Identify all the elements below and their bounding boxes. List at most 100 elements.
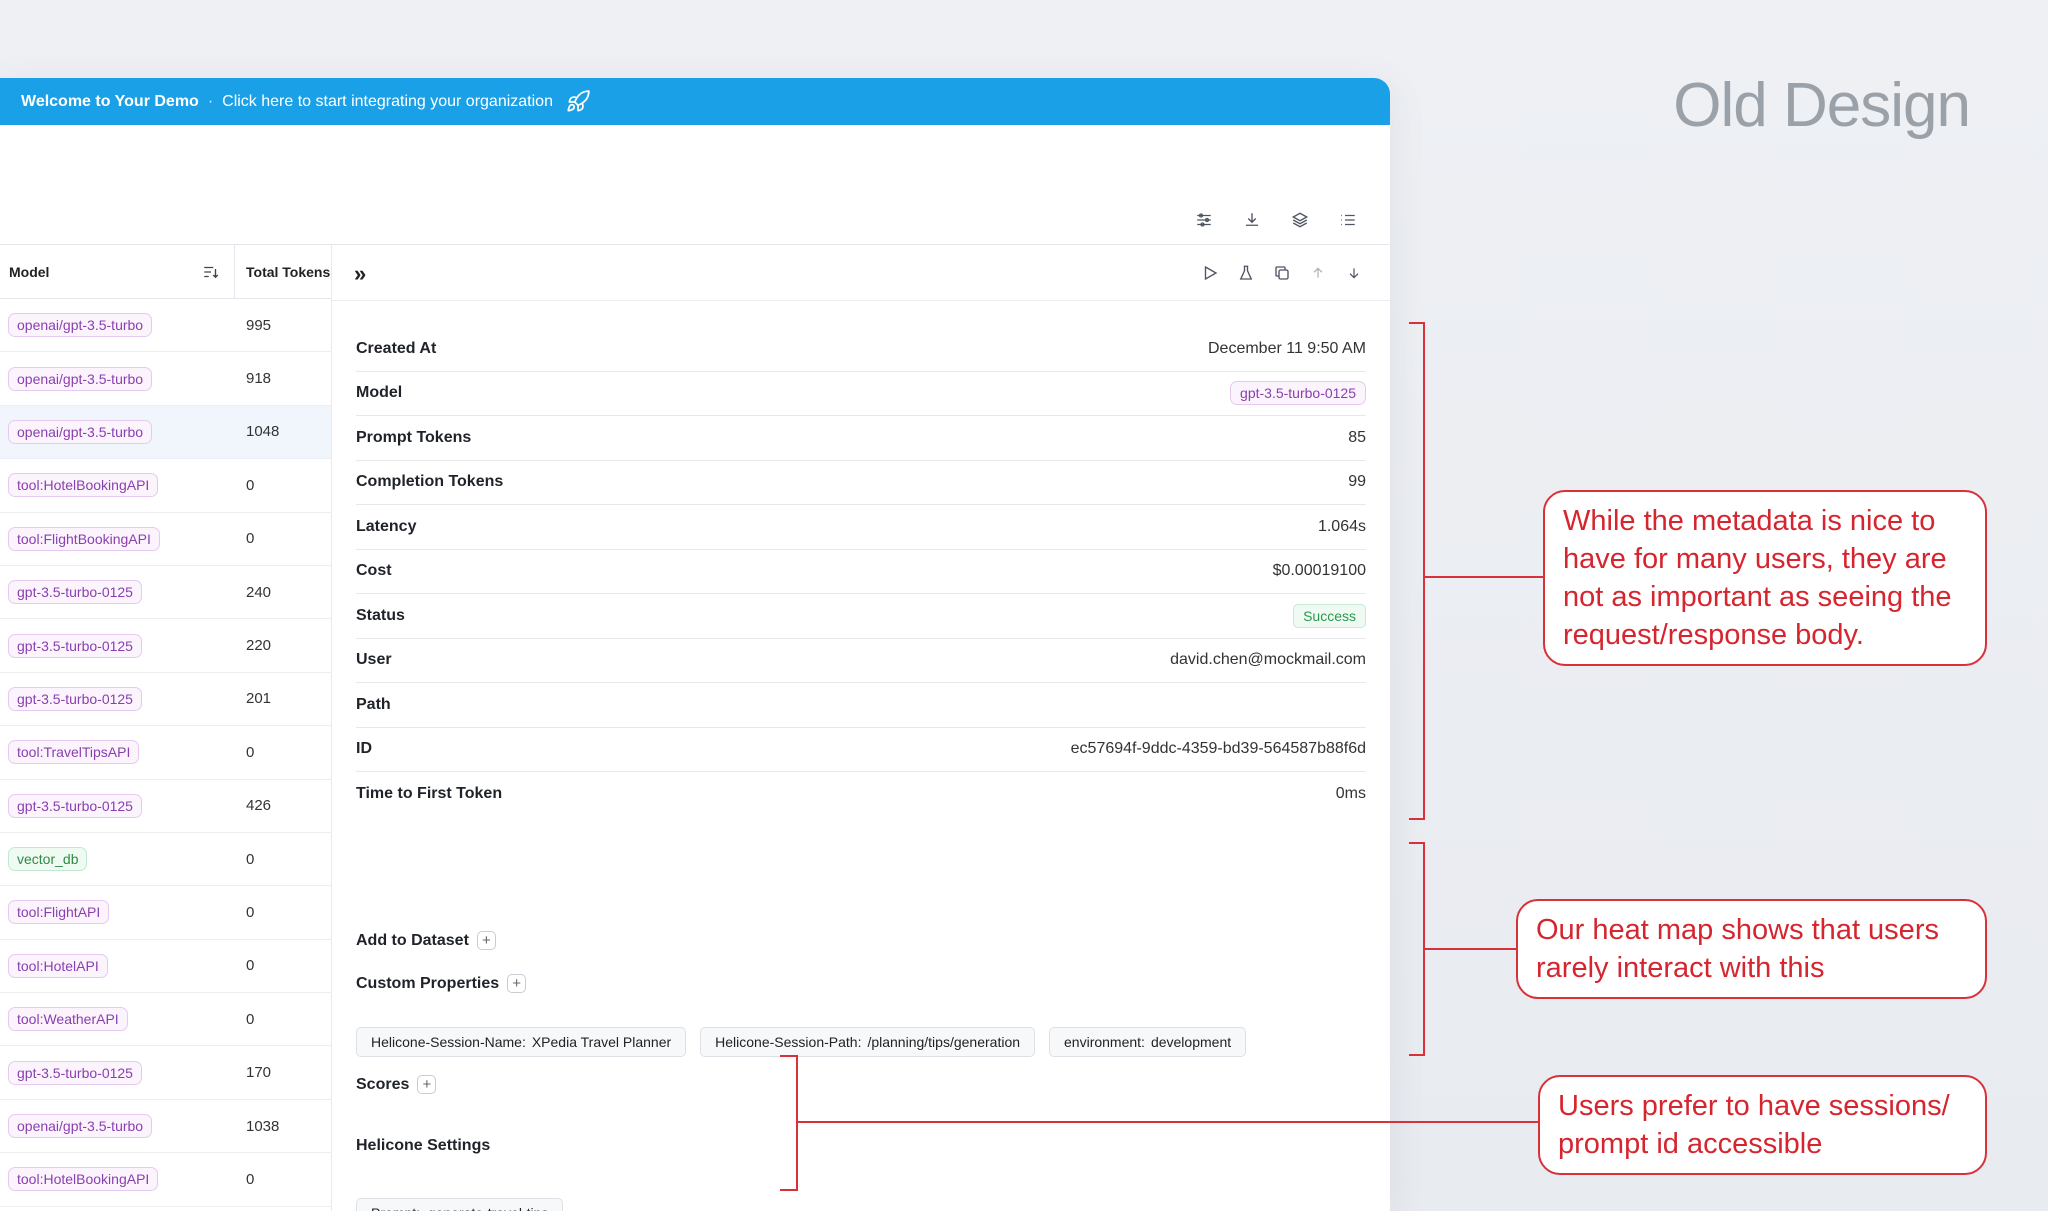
table-row[interactable]: tool:FlightBookingAPI 0 xyxy=(0,513,331,566)
table-row[interactable]: tool:HotelBookingAPI 0 xyxy=(0,1153,331,1207)
model-pill: openai/gpt-3.5-turbo xyxy=(8,419,153,444)
table-row[interactable]: openai/gpt-3.5-turbo 918 xyxy=(0,352,331,406)
table-row[interactable]: openai/gpt-3.5-turbo 1038 xyxy=(0,1100,331,1154)
model-cell: openai/gpt-3.5-turbo xyxy=(0,313,235,338)
metadata-label: Status xyxy=(356,606,405,624)
column-header-model[interactable]: Model xyxy=(0,245,235,298)
table-row[interactable]: gpt-3.5-turbo-0125 220 xyxy=(0,619,331,673)
total-tokens-cell: 995 xyxy=(246,316,272,334)
sliders-icon[interactable] xyxy=(1180,208,1228,232)
column-header-total-tokens[interactable]: Total Tokens xyxy=(235,245,331,298)
metadata-row: User david.chen@mockmail.com xyxy=(356,639,1366,683)
table-row[interactable]: gpt-3.5-turbo-0125 426 xyxy=(0,780,331,833)
total-tokens-cell: 0 xyxy=(246,743,255,761)
table-row[interactable]: gpt-3.5-turbo-0125 170 xyxy=(0,1046,331,1100)
model-cell: tool:FlightBookingAPI xyxy=(0,526,235,551)
annotation-note-sessions: Users prefer to have sessions/ prompt id… xyxy=(1538,1075,1987,1175)
model-cell: tool:WeatherAPI xyxy=(0,1007,235,1032)
total-tokens-cell: 0 xyxy=(246,1170,255,1188)
metadata-value: $0.00019100 xyxy=(1272,562,1366,580)
total-tokens-cell: 201 xyxy=(246,690,272,708)
download-icon[interactable] xyxy=(1228,208,1276,232)
sort-icon[interactable] xyxy=(202,263,220,281)
model-pill: openai/gpt-3.5-turbo xyxy=(8,313,153,338)
metadata-row: Created At December 11 9:50 AM xyxy=(356,327,1366,372)
metadata-value: 1.064s xyxy=(1317,517,1366,535)
old-design-heading: Old Design xyxy=(1673,71,1971,140)
custom-property-chip[interactable]: environment: development xyxy=(1049,1027,1247,1057)
copy-icon[interactable] xyxy=(1264,261,1300,285)
metadata-row: Path xyxy=(356,683,1366,728)
plus-icon[interactable]: + xyxy=(476,931,496,950)
annotation-bracket-properties xyxy=(1409,842,1425,1056)
model-cell: openai/gpt-3.5-turbo xyxy=(0,419,235,444)
arrow-up-icon[interactable] xyxy=(1300,261,1336,285)
banner-cta-link[interactable]: Click here to start integrating your org… xyxy=(222,93,553,111)
add-to-dataset[interactable]: Add to Dataset + xyxy=(356,931,496,950)
model-cell: gpt-3.5-turbo-0125 xyxy=(0,1060,235,1085)
model-cell: gpt-3.5-turbo-0125 xyxy=(0,580,235,605)
annotation-bracket-metadata xyxy=(1409,322,1425,820)
metadata-row: Time to First Token 0ms xyxy=(356,772,1366,817)
table-body: openai/gpt-3.5-turbo 995 openai/gpt-3.5-tu… xyxy=(0,299,331,1207)
welcome-banner[interactable]: Welcome to Your Demo · Click here to sta… xyxy=(0,78,1390,125)
table-row[interactable]: tool:HotelBookingAPI 0 xyxy=(0,459,331,513)
metadata-label: Time to First Token xyxy=(356,785,503,803)
collapse-panel-icon[interactable]: » xyxy=(354,261,366,287)
table-row[interactable]: openai/gpt-3.5-turbo 995 xyxy=(0,299,331,353)
annotation-connector xyxy=(798,1121,1540,1123)
prompt-chip[interactable]: Prompt: generate-travel-tips xyxy=(356,1198,564,1211)
metadata-label: User xyxy=(356,651,392,669)
model-cell: tool:TravelTipsAPI xyxy=(0,740,235,765)
custom-property-chip[interactable]: Helicone-Session-Path: /planning/tips/gen… xyxy=(700,1027,1036,1057)
table-row[interactable]: tool:HotelAPI 0 xyxy=(0,940,331,994)
metadata-label: Cost xyxy=(356,562,392,580)
model-cell: tool:HotelAPI xyxy=(0,953,235,978)
plus-icon[interactable]: + xyxy=(507,974,527,993)
requests-table: Model Total Tokens openai/gpt-3.5-turbo 9… xyxy=(0,244,332,1211)
custom-property-chip[interactable]: Helicone-Session-Name: XPedia Travel Plan… xyxy=(356,1027,687,1057)
rocket-icon xyxy=(567,89,590,112)
property-value: XPedia Travel Planner xyxy=(531,1034,672,1050)
table-row[interactable]: gpt-3.5-turbo-0125 201 xyxy=(0,673,331,727)
table-row[interactable]: tool:WeatherAPI 0 xyxy=(0,993,331,1047)
metadata-row: Completion Tokens 99 xyxy=(356,461,1366,505)
scores-label: Scores xyxy=(356,1075,410,1093)
metadata-value: 85 xyxy=(1348,428,1366,446)
table-row[interactable]: gpt-3.5-turbo-0125 240 xyxy=(0,566,331,620)
metadata-row: Prompt Tokens 85 xyxy=(356,416,1366,461)
model-pill: gpt-3.5-turbo-0125 xyxy=(8,793,142,818)
model-pill: gpt-3.5-turbo-0125 xyxy=(8,633,142,658)
total-tokens-cell: 1038 xyxy=(246,1117,280,1135)
play-icon[interactable] xyxy=(1192,261,1228,285)
table-row[interactable]: tool:TravelTipsAPI 0 xyxy=(0,726,331,780)
flask-icon[interactable] xyxy=(1228,261,1264,285)
model-cell: tool:FlightAPI xyxy=(0,900,235,925)
table-row[interactable]: vector_db 0 xyxy=(0,833,331,887)
app-window: Welcome to Your Demo · Click here to sta… xyxy=(0,78,1390,1211)
add-to-dataset-label: Add to Dataset xyxy=(356,931,469,949)
model-pill: gpt-3.5-turbo-0125 xyxy=(8,1060,142,1085)
table-row[interactable]: tool:FlightAPI 0 xyxy=(0,886,331,940)
detail-actions xyxy=(1192,261,1372,285)
property-key: environment: xyxy=(1064,1034,1145,1050)
layers-icon[interactable] xyxy=(1276,208,1324,232)
metadata-row: Cost $0.00019100 xyxy=(356,550,1366,594)
total-tokens-cell: 426 xyxy=(246,797,272,815)
custom-properties[interactable]: Custom Properties + xyxy=(356,974,527,993)
metadata-value: Success xyxy=(1293,603,1366,628)
annotation-bracket-settings xyxy=(780,1055,798,1191)
model-pill: gpt-3.5-turbo-0125 xyxy=(8,686,142,711)
plus-icon[interactable]: + xyxy=(417,1075,437,1094)
annotation-note-metadata: While the metadata is nice to have for m… xyxy=(1543,490,1987,666)
column-label-total-tokens: Total Tokens xyxy=(246,263,331,280)
prompt-key: Prompt: xyxy=(371,1205,420,1211)
list-icon[interactable] xyxy=(1324,208,1372,232)
table-row[interactable]: openai/gpt-3.5-turbo 1048 xyxy=(0,405,331,460)
scores[interactable]: Scores + xyxy=(356,1075,437,1094)
model-cell: openai/gpt-3.5-turbo xyxy=(0,366,235,391)
helicone-settings-title: Helicone Settings xyxy=(356,1137,490,1155)
arrow-down-icon[interactable] xyxy=(1336,261,1372,285)
model-pill: openai/gpt-3.5-turbo xyxy=(8,366,153,391)
property-value: /planning/tips/generation xyxy=(867,1034,1021,1050)
